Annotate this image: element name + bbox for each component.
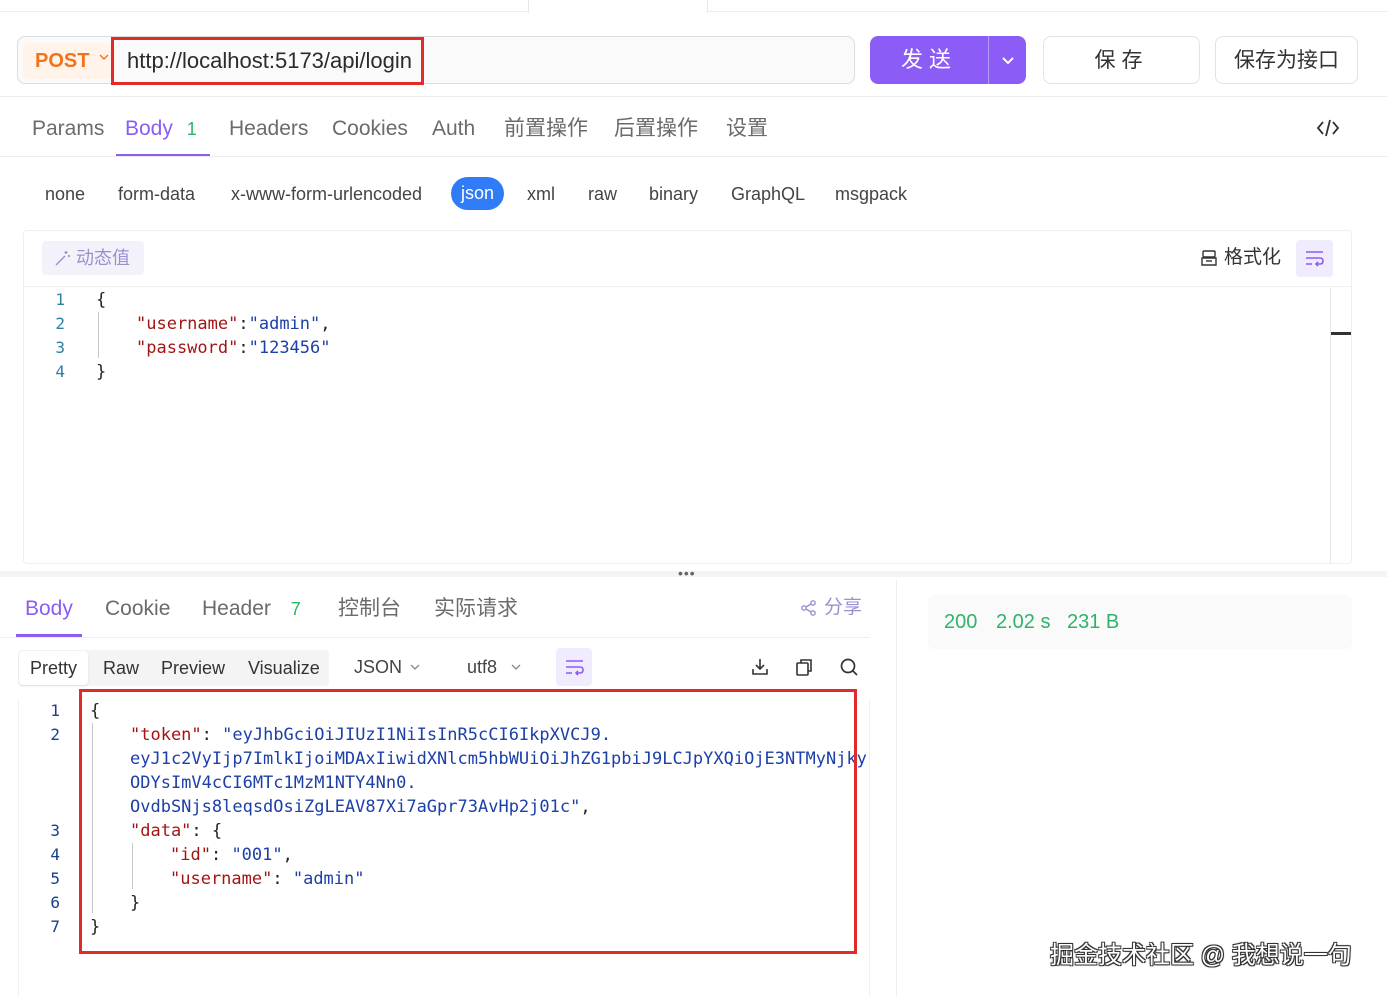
- body-type-xml[interactable]: xml: [527, 183, 555, 205]
- url-input[interactable]: http://localhost:5173/api/login: [127, 46, 412, 76]
- tab-headers[interactable]: Headers: [229, 116, 308, 142]
- code-line[interactable]: "username":"admin",: [136, 312, 331, 336]
- body-type-form-data[interactable]: form-data: [118, 183, 195, 205]
- format-select[interactable]: JSON: [354, 656, 402, 678]
- body-type-raw[interactable]: raw: [588, 183, 617, 205]
- panel-divider: [896, 580, 897, 997]
- status-code: 200: [944, 611, 978, 633]
- copy-icon[interactable]: [794, 657, 814, 677]
- chevron-down-icon[interactable]: [99, 52, 109, 62]
- wrap-toggle-button[interactable]: [556, 648, 592, 686]
- json-key: "username": [136, 314, 239, 334]
- save-as-api-button[interactable]: 保存为接口: [1215, 36, 1358, 84]
- body-type-none[interactable]: none: [45, 183, 85, 205]
- json-value: "admin": [248, 314, 321, 334]
- format-button[interactable]: 格式化: [1224, 246, 1281, 270]
- line-number: 2: [55, 314, 65, 333]
- resp-tab-actual-request[interactable]: 实际请求: [434, 596, 518, 622]
- splitter-handle[interactable]: •••: [678, 566, 696, 580]
- encoding-select[interactable]: utf8: [467, 656, 497, 678]
- send-label: 发送: [900, 47, 957, 72]
- line-number: 3: [50, 821, 60, 840]
- view-tab-preview[interactable]: Preview: [161, 657, 225, 679]
- json-comma: ,: [320, 314, 331, 334]
- wrap-toggle-button[interactable]: [1296, 240, 1333, 277]
- divider: [0, 96, 1387, 97]
- divider: [0, 637, 870, 638]
- json-key: "password": [136, 338, 239, 358]
- line-number: 1: [50, 701, 60, 720]
- save-button[interactable]: 保存: [1043, 36, 1200, 84]
- search-icon[interactable]: [839, 657, 859, 677]
- send-button[interactable]: 发送: [870, 36, 1026, 84]
- json-value: "123456": [248, 338, 331, 358]
- tab-params[interactable]: Params: [32, 116, 104, 142]
- share-icon[interactable]: [800, 599, 818, 617]
- line-number: 1: [55, 290, 65, 309]
- line-number: 4: [50, 845, 60, 864]
- tab-pre-operations[interactable]: 前置操作: [504, 116, 588, 142]
- send-divider: [988, 36, 989, 84]
- editor-toolbar-divider: [24, 286, 1351, 287]
- line-number: 3: [55, 338, 65, 357]
- resp-tab-header-label: Header: [202, 597, 271, 620]
- body-count-badge: 1: [186, 119, 197, 139]
- view-tab-pretty[interactable]: Pretty: [30, 657, 77, 679]
- resp-tab-body[interactable]: Body: [25, 596, 73, 622]
- body-type-urlencoded[interactable]: x-www-form-urlencoded: [231, 183, 422, 205]
- json-colon: :: [238, 314, 249, 334]
- watermark: 掘金技术社区 @ 我想说一句: [1050, 942, 1352, 969]
- chevron-down-icon[interactable]: [409, 661, 421, 673]
- view-tab-visualize[interactable]: Visualize: [248, 657, 320, 679]
- body-type-binary[interactable]: binary: [649, 183, 698, 205]
- response-status-card: [928, 595, 1352, 649]
- body-type-json[interactable]: json: [451, 177, 504, 210]
- response-size: 231 B: [1067, 611, 1120, 633]
- line-number: 6: [50, 893, 60, 912]
- active-window-tab[interactable]: [528, 0, 708, 13]
- download-icon[interactable]: [750, 657, 770, 677]
- editor-scrollbar[interactable]: [1330, 288, 1331, 564]
- response-annotation-box: [79, 689, 857, 954]
- code-line[interactable]: {: [96, 288, 106, 312]
- body-type-graphql[interactable]: GraphQL: [731, 183, 805, 205]
- dynamic-value-label: 动态值: [76, 248, 130, 268]
- format-icon: [1201, 250, 1217, 266]
- method-label: POST: [35, 50, 90, 72]
- json-colon: :: [238, 338, 249, 358]
- scrollbar-marker: [1331, 332, 1351, 335]
- body-type-msgpack[interactable]: msgpack: [835, 183, 907, 205]
- resp-tab-header[interactable]: Header 7: [202, 596, 301, 622]
- divider: [0, 156, 1387, 157]
- view-tab-raw[interactable]: Raw: [103, 657, 139, 679]
- code-line[interactable]: }: [96, 360, 106, 384]
- code-icon[interactable]: [1316, 116, 1340, 140]
- code-line[interactable]: "password":"123456": [136, 336, 331, 360]
- chevron-down-icon[interactable]: [1000, 52, 1016, 68]
- request-body-editor: [23, 230, 1352, 564]
- header-count-badge: 7: [290, 599, 301, 619]
- resp-tab-cookie[interactable]: Cookie: [105, 596, 170, 622]
- line-number: 2: [50, 725, 60, 744]
- tab-post-operations[interactable]: 后置操作: [614, 116, 698, 142]
- line-number: 7: [50, 917, 60, 936]
- indent-guide: [98, 312, 99, 358]
- response-time: 2.02 s: [996, 611, 1051, 633]
- wrap-lines-icon: [566, 660, 584, 676]
- wrap-lines-icon: [1306, 251, 1324, 267]
- magic-wand-icon: [55, 251, 70, 266]
- resp-tab-console[interactable]: 控制台: [338, 596, 401, 622]
- line-number: 5: [50, 869, 60, 888]
- line-number: 4: [55, 362, 65, 381]
- tab-auth[interactable]: Auth: [432, 116, 475, 142]
- share-button[interactable]: 分享: [824, 596, 862, 620]
- tab-body[interactable]: Body 1: [125, 116, 197, 142]
- tab-settings[interactable]: 设置: [726, 116, 768, 142]
- tab-body-label: Body: [125, 117, 173, 140]
- chevron-down-icon[interactable]: [510, 661, 522, 673]
- tab-cookies[interactable]: Cookies: [332, 116, 408, 142]
